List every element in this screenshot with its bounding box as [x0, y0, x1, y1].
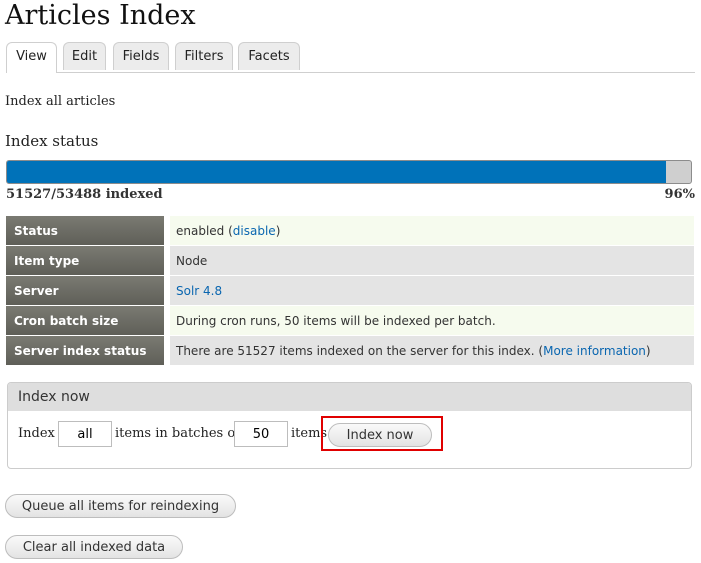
index-status-heading: Index status: [5, 132, 99, 150]
clear-index-button[interactable]: Clear all indexed data: [5, 535, 183, 559]
table-row: Item type Node: [6, 246, 694, 275]
tab-bar: View Edit Fields Filters Facets: [6, 42, 695, 73]
cron-batch-label: Cron batch size: [6, 306, 170, 335]
disable-link[interactable]: disable: [233, 224, 276, 238]
server-link[interactable]: Solr 4.8: [176, 284, 222, 298]
index-limit-input[interactable]: [58, 421, 112, 447]
batch-size-input[interactable]: [234, 421, 288, 447]
status-label: Status: [6, 216, 170, 245]
index-now-legend: Index now: [8, 383, 691, 411]
items-label: items: [291, 426, 328, 441]
progress-fill: [7, 161, 666, 183]
status-value: enabled (disable): [170, 216, 694, 245]
index-info-table: Status enabled (disable) Item type Node …: [6, 215, 694, 366]
more-information-link[interactable]: More information: [543, 344, 646, 358]
batches-label: items in batches of: [115, 426, 240, 441]
indexed-percent: 96%: [664, 187, 695, 202]
status-suffix: ): [275, 223, 281, 238]
item-type-label: Item type: [6, 246, 170, 275]
tab-fields[interactable]: Fields: [113, 42, 169, 70]
index-label: Index: [18, 426, 55, 441]
indexed-count: 51527/53488 indexed: [6, 187, 163, 202]
server-index-status-label: Server index status: [6, 336, 170, 365]
index-now-fieldset: Index now Index items in batches of item…: [7, 382, 692, 469]
table-row: Status enabled (disable): [6, 216, 694, 245]
server-label: Server: [6, 276, 170, 305]
index-description: Index all articles: [5, 94, 116, 109]
status-text: enabled (: [176, 223, 233, 238]
server-status-text: There are 51527 items indexed on the ser…: [176, 343, 544, 358]
page-title: Articles Index: [5, 0, 196, 31]
tab-view[interactable]: View: [6, 42, 57, 73]
tab-edit[interactable]: Edit: [63, 42, 106, 70]
server-status-suffix: ): [645, 343, 651, 358]
table-row: Server Solr 4.8: [6, 276, 694, 305]
index-now-button[interactable]: Index now: [328, 423, 432, 447]
index-progress-bar: [6, 160, 692, 184]
queue-reindex-button[interactable]: Queue all items for reindexing: [5, 494, 236, 518]
item-type-value: Node: [170, 246, 694, 275]
server-value: Solr 4.8: [170, 276, 694, 305]
cron-batch-value: During cron runs, 50 items will be index…: [170, 306, 694, 335]
tab-facets[interactable]: Facets: [238, 42, 300, 70]
server-index-status-value: There are 51527 items indexed on the ser…: [170, 336, 694, 365]
tab-filters[interactable]: Filters: [175, 42, 233, 70]
table-row: Server index status There are 51527 item…: [6, 336, 694, 365]
table-row: Cron batch size During cron runs, 50 ite…: [6, 306, 694, 335]
